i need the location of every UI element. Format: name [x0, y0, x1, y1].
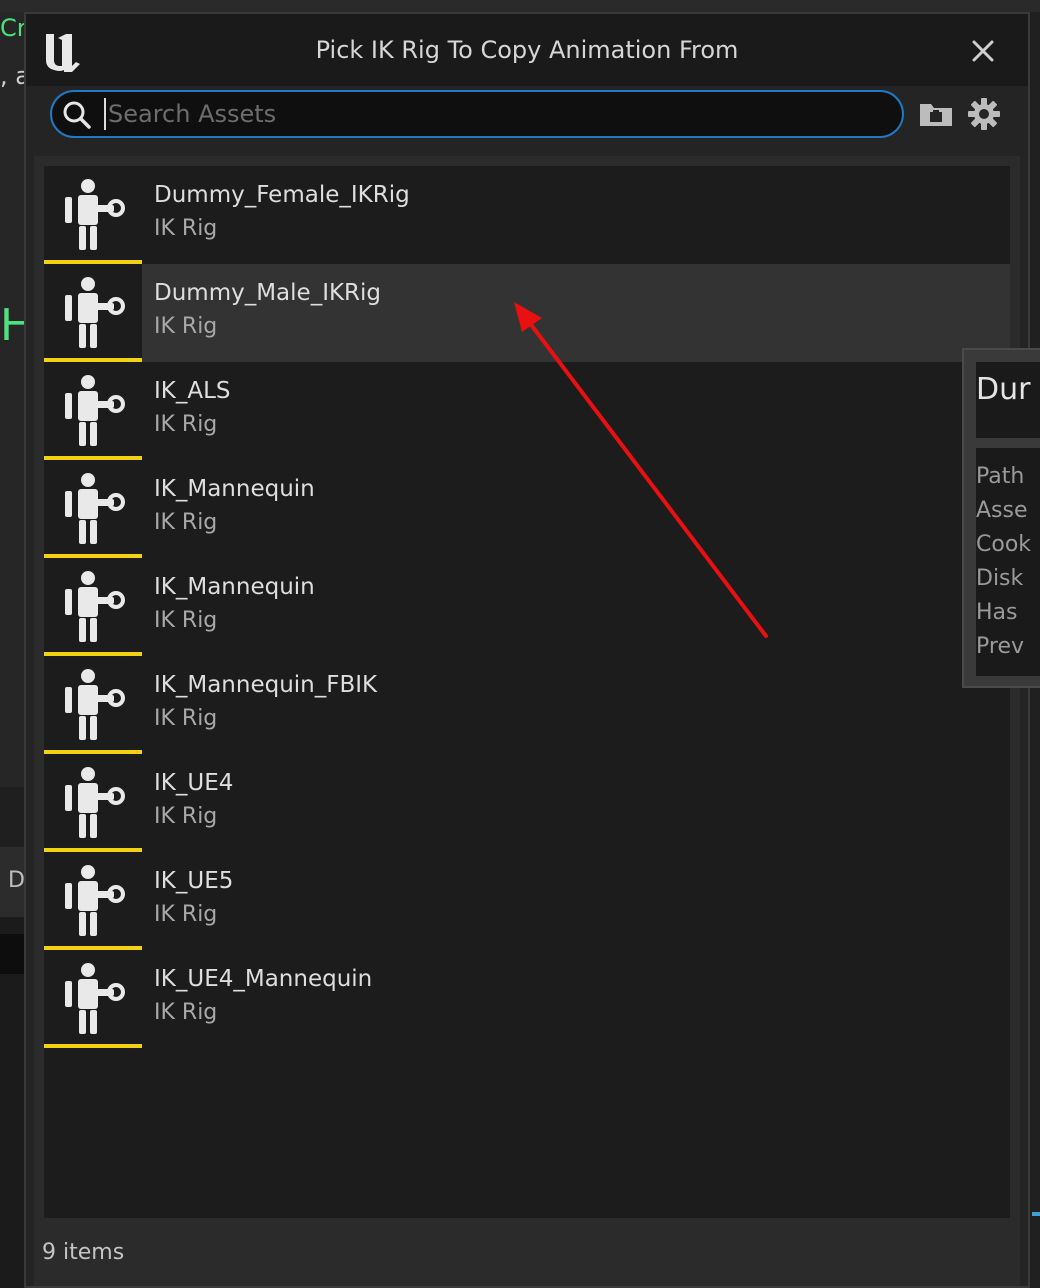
tooltip-field-label: Prev	[976, 634, 1024, 659]
asset-thumbnail	[44, 460, 142, 558]
search-icon	[63, 101, 91, 129]
asset-type: IK Rig	[154, 902, 218, 927]
asset-name: IK_UE4	[154, 770, 234, 796]
asset-name: IK_Mannequin	[154, 574, 315, 600]
asset-type: IK Rig	[154, 216, 218, 241]
asset-thumbnail	[44, 754, 142, 852]
asset-thumbnail	[44, 656, 142, 754]
asset-name: IK_Mannequin	[154, 476, 315, 502]
ik-rig-icon	[65, 865, 125, 936]
asset-thumbnail	[44, 852, 142, 950]
asset-picker-dialog: Pick IK Rig To Copy Animation From Searc…	[24, 12, 1030, 1288]
editor-left-panel	[0, 12, 26, 787]
editor-top-strip	[0, 0, 1040, 12]
asset-list-frame: Dummy_Female_IKRig IK Rig Dummy_Male_IKR…	[34, 156, 1020, 1286]
asset-row-dummy-male-ikrig[interactable]: Dummy_Male_IKRig IK Rig	[44, 264, 1010, 362]
asset-type: IK Rig	[154, 1000, 218, 1025]
editor-left-bar	[0, 934, 26, 974]
ik-rig-icon	[65, 473, 125, 544]
ik-rig-icon	[65, 277, 125, 348]
search-box[interactable]	[50, 90, 904, 138]
asset-thumbnail	[44, 950, 142, 1048]
tooltip-field-label: Cook	[976, 532, 1032, 557]
asset-name: IK_UE4_Mannequin	[154, 966, 373, 992]
asset-name: Dummy_Female_IKRig	[154, 182, 410, 208]
asset-tooltip: Dur Path Asse Cook Disk Has Prev	[962, 348, 1040, 688]
ik-rig-icon	[65, 375, 125, 446]
editor-left-divider	[0, 787, 26, 847]
asset-name: IK_UE5	[154, 868, 234, 894]
asset-thumbnail	[44, 558, 142, 656]
asset-row-ik-mannequin-fbik[interactable]: IK_Mannequin_FBIK IK Rig	[44, 656, 1010, 754]
ik-rig-icon	[65, 571, 125, 642]
asset-row-ik-ue4-mannequin[interactable]: IK_UE4_Mannequin IK Rig	[44, 950, 1010, 1048]
editor-right-accent	[1032, 1212, 1040, 1216]
tooltip-field-label: Has	[976, 600, 1018, 625]
tooltip-title: Dur	[976, 372, 1031, 407]
asset-row-dummy-female-ikrig[interactable]: Dummy_Female_IKRig IK Rig	[44, 166, 1010, 264]
ik-rig-icon	[65, 963, 125, 1034]
asset-type: IK Rig	[154, 314, 218, 339]
asset-name: IK_ALS	[154, 378, 231, 404]
ik-rig-icon	[65, 179, 125, 250]
asset-type: IK Rig	[154, 706, 218, 731]
asset-thumbnail	[44, 166, 142, 264]
asset-thumbnail	[44, 362, 142, 460]
tooltip-field-label: Asse	[976, 498, 1028, 523]
background-text-fragment: , a	[0, 62, 26, 90]
dialog-title: Pick IK Rig To Copy Animation From	[315, 36, 739, 64]
background-text-fragment: Cr	[0, 14, 26, 42]
asset-row-ik-mannequin-2[interactable]: IK_Mannequin IK Rig	[44, 558, 1010, 656]
asset-row-ik-mannequin[interactable]: IK_Mannequin IK Rig	[44, 460, 1010, 558]
dialog-titlebar[interactable]: Pick IK Rig To Copy Animation From	[26, 14, 1028, 86]
item-count: 9 items	[42, 1240, 125, 1265]
asset-thumbnail	[44, 264, 142, 362]
gear-icon[interactable]	[966, 96, 1002, 132]
asset-type: IK Rig	[154, 804, 218, 829]
folder-icon[interactable]	[918, 98, 954, 130]
asset-type: IK Rig	[154, 510, 218, 535]
asset-name: IK_Mannequin_FBIK	[154, 672, 378, 698]
ik-rig-icon	[65, 669, 125, 740]
asset-list[interactable]: Dummy_Female_IKRig IK Rig Dummy_Male_IKR…	[44, 166, 1010, 1218]
background-text-fragment: H	[0, 300, 26, 351]
asset-row-ik-ue5[interactable]: IK_UE5 IK Rig	[44, 852, 1010, 950]
asset-type: IK Rig	[154, 608, 218, 633]
close-icon[interactable]	[966, 34, 1000, 68]
tooltip-field-label: Path	[976, 464, 1025, 489]
asset-row-ik-als[interactable]: IK_ALS IK Rig	[44, 362, 1010, 460]
search-input[interactable]	[104, 98, 884, 130]
tooltip-field-label: Disk	[976, 566, 1024, 591]
asset-row-ik-ue4[interactable]: IK_UE4 IK Rig	[44, 754, 1010, 852]
ik-rig-icon	[65, 767, 125, 838]
asset-name: Dummy_Male_IKRig	[154, 280, 382, 306]
asset-type: IK Rig	[154, 412, 218, 437]
